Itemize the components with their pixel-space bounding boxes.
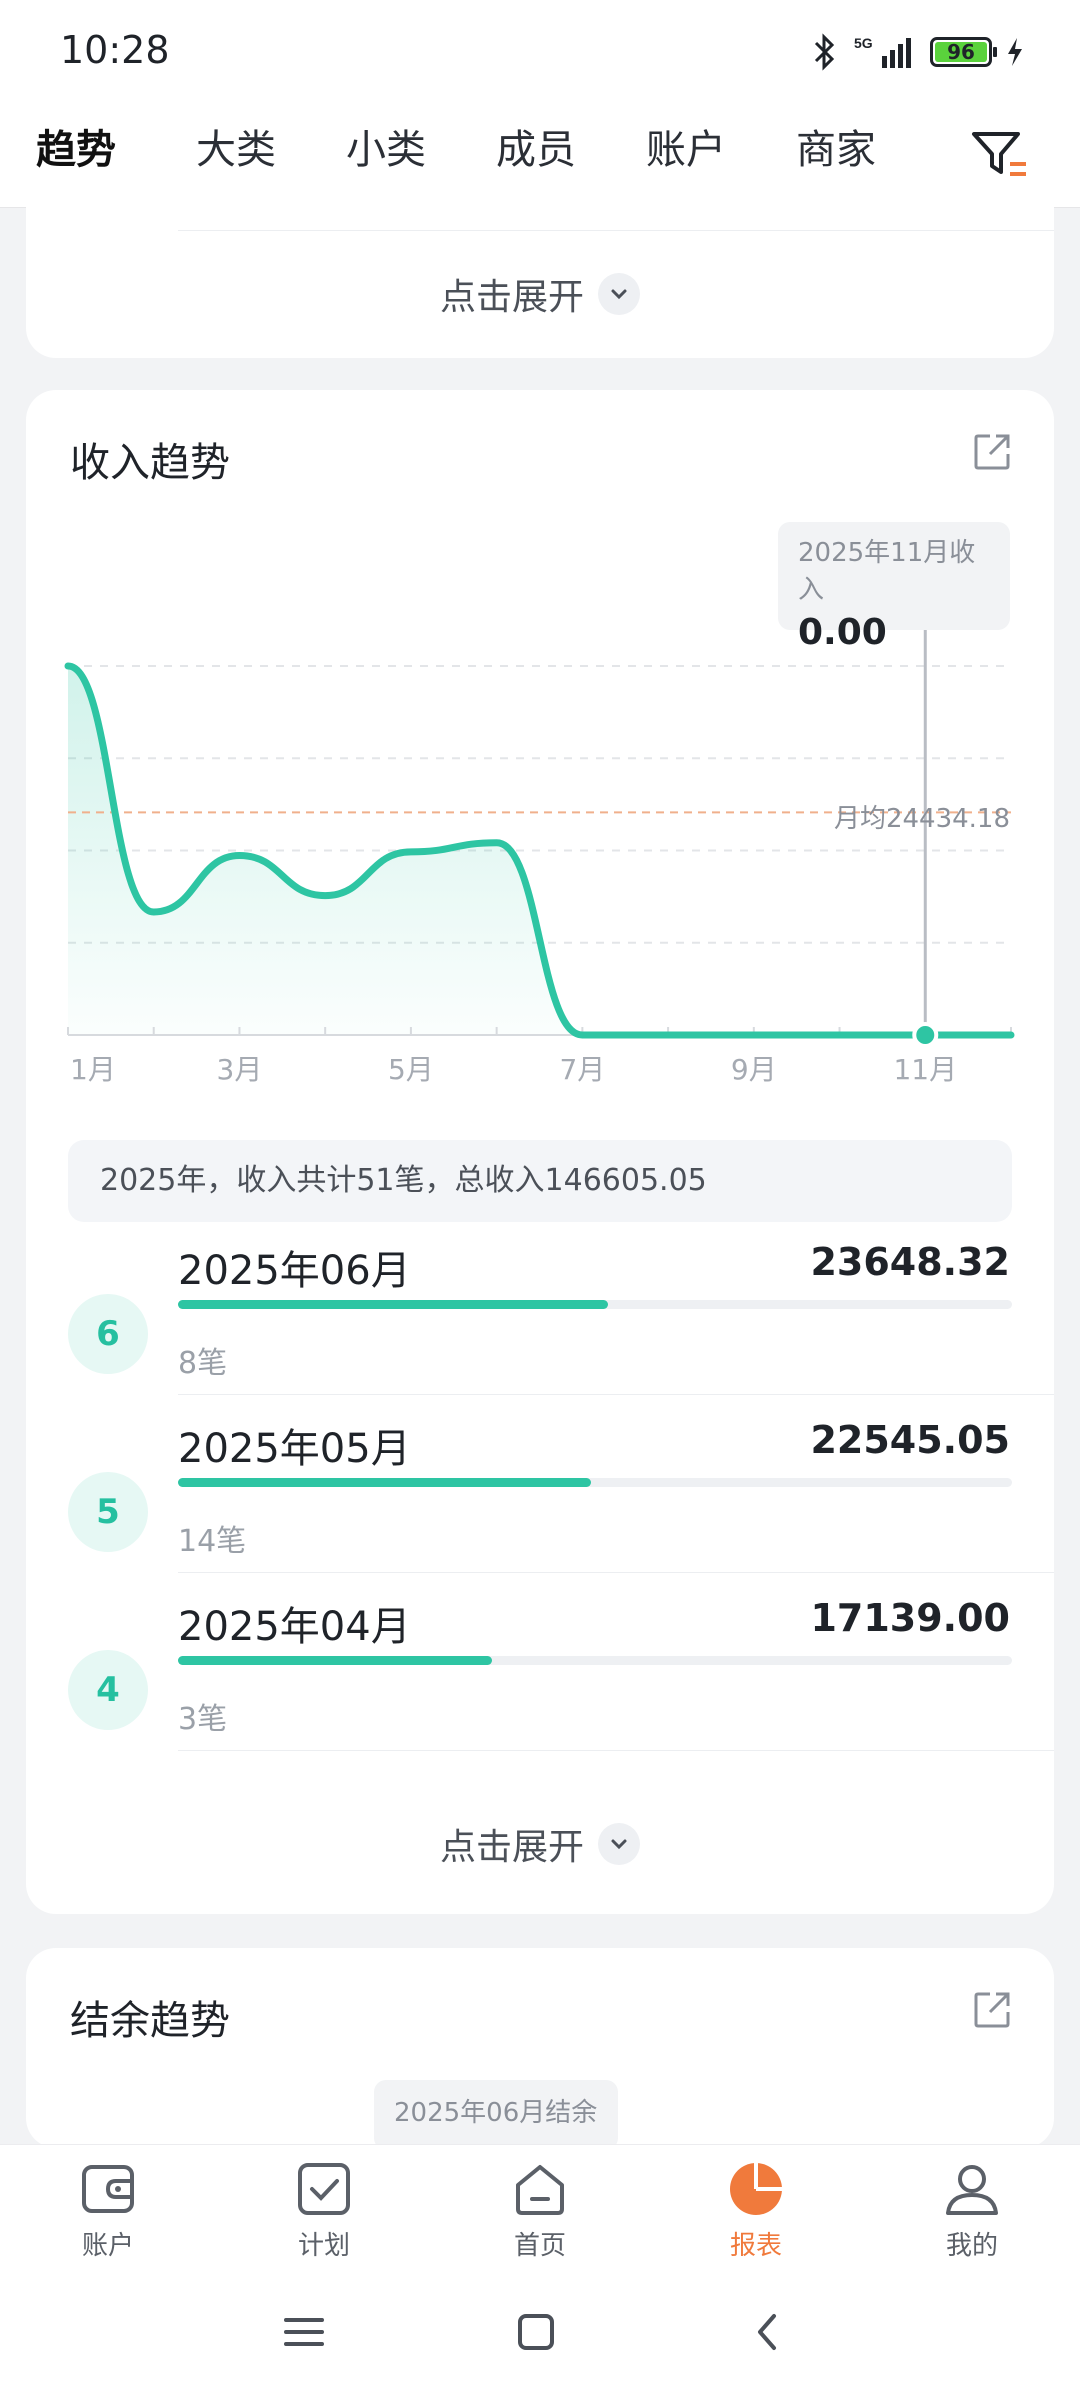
system-nav-bar: [0, 2264, 1080, 2400]
menu-icon[interactable]: [276, 2304, 332, 2360]
ranking-row[interactable]: 4 2025年04月 17139.00 3笔: [26, 1594, 1054, 1772]
rank-month: 2025年06月: [178, 1248, 411, 1294]
row-divider: [178, 1394, 1054, 1395]
highlight-point: [912, 1022, 939, 1048]
income-chart: 1月 3月 5月 7月 9月 11月: [64, 630, 1015, 1086]
signal-icon: 5G: [854, 35, 911, 68]
expand-button[interactable]: 点击展开: [26, 264, 1054, 324]
home-icon: [516, 2165, 564, 2215]
tab-subcategory[interactable]: 小类: [346, 120, 426, 180]
rank-month: 2025年04月: [178, 1604, 411, 1650]
nav-label: 首页: [513, 2231, 566, 2261]
x-tick-label: 3月: [217, 1053, 263, 1086]
rank-bar-fill: [178, 1656, 492, 1665]
svg-text:5G: 5G: [854, 35, 873, 51]
bluetooth-icon: [814, 33, 835, 71]
nav-label: 账户: [81, 2231, 134, 2261]
chevron-down-icon: [598, 273, 640, 315]
tooltip-value: 0.00: [798, 612, 887, 653]
rank-count: 3笔: [178, 1702, 228, 1737]
row-divider: [178, 1750, 1054, 1751]
tab-trend[interactable]: 趋势: [36, 120, 116, 180]
row-divider: [178, 230, 1054, 231]
previous-card: 点击展开: [26, 180, 1054, 358]
nav-home[interactable]: 首页: [470, 2159, 610, 2269]
rank-count: 14笔: [178, 1524, 247, 1559]
balance-trend-card: 结余趋势 2025年06月结余: [26, 1948, 1054, 2150]
expand-button[interactable]: 点击展开: [26, 1814, 1054, 1874]
row-divider: [178, 1572, 1054, 1573]
chart-tooltip: 2025年11月收入 0.00: [778, 522, 1010, 653]
status-icons: 5G 96: [812, 32, 1024, 72]
rank-badge: 4: [68, 1650, 148, 1730]
x-tick-label: 9月: [731, 1053, 777, 1086]
back-icon[interactable]: [740, 2304, 796, 2360]
pie-chart-icon: [730, 2163, 782, 2215]
expand-label: 点击展开: [439, 1827, 584, 1868]
bottom-nav: 账户 计划 首页 报表 我的: [0, 2144, 1080, 2264]
tooltip-title: 2025年11月收入: [798, 538, 976, 605]
nav-me[interactable]: 我的: [902, 2159, 1042, 2269]
nav-label: 报表: [729, 2231, 782, 2261]
person-icon: [946, 2165, 998, 2215]
rank-amount: 22545.05: [810, 1418, 1010, 1462]
rank-bar-track: [178, 1478, 1012, 1487]
average-label: 月均24434.18: [833, 804, 1010, 834]
rank-month: 2025年05月: [178, 1426, 411, 1472]
rank-badge: 5: [68, 1472, 148, 1552]
ranking-row[interactable]: 5 2025年05月 22545.05 14笔: [26, 1416, 1054, 1594]
nav-account[interactable]: 账户: [38, 2159, 178, 2269]
filter-icon[interactable]: [968, 122, 1032, 186]
income-summary: 2025年，收入共计51笔，总收入146605.05: [68, 1140, 1012, 1222]
tab-member[interactable]: 成员: [496, 120, 576, 180]
tab-merchant[interactable]: 商家: [796, 120, 876, 180]
rank-count: 8笔: [178, 1346, 228, 1381]
wallet-icon: [82, 2165, 134, 2213]
battery-level: 96: [935, 42, 987, 62]
checkbox-icon: [298, 2163, 350, 2215]
home-square-icon[interactable]: [508, 2304, 564, 2360]
tab-account[interactable]: 账户: [646, 120, 726, 180]
share-icon[interactable]: [970, 1988, 1014, 2032]
status-bar: 10:28 5G 96: [0, 0, 1080, 100]
nav-label: 我的: [945, 2231, 998, 2261]
ranking-row[interactable]: 6 2025年06月 23648.32 8笔: [26, 1238, 1054, 1416]
tab-category[interactable]: 大类: [196, 120, 276, 180]
x-tick-label: 5月: [388, 1053, 434, 1086]
status-time: 10:28: [60, 28, 170, 72]
x-tick-label: 7月: [559, 1053, 605, 1086]
charging-icon: [1008, 38, 1022, 66]
rank-amount: 17139.00: [810, 1596, 1010, 1640]
chart-tooltip: 2025年06月结余: [374, 2080, 618, 2150]
rank-bar-fill: [178, 1300, 608, 1309]
battery-icon: 96: [930, 37, 997, 67]
rank-bar-track: [178, 1656, 1012, 1665]
nav-report[interactable]: 报表: [686, 2159, 826, 2269]
income-trend-card: 收入趋势 1月 3月 5月 7月 9月 11月 2025年11月收入 0.00 月均244…: [26, 390, 1054, 1914]
rank-bar-fill: [178, 1478, 591, 1487]
nav-label: 计划: [297, 2231, 350, 2261]
x-tick-label: 1月: [70, 1053, 116, 1086]
x-tick-label: 11月: [893, 1053, 957, 1086]
nav-plan[interactable]: 计划: [254, 2159, 394, 2269]
rank-bar-track: [178, 1300, 1012, 1309]
card-title: 结余趋势: [70, 1998, 230, 2044]
rank-badge: 6: [68, 1294, 148, 1374]
chevron-down-icon: [598, 1823, 640, 1865]
expand-label: 点击展开: [439, 277, 584, 318]
rank-amount: 23648.32: [810, 1240, 1010, 1284]
